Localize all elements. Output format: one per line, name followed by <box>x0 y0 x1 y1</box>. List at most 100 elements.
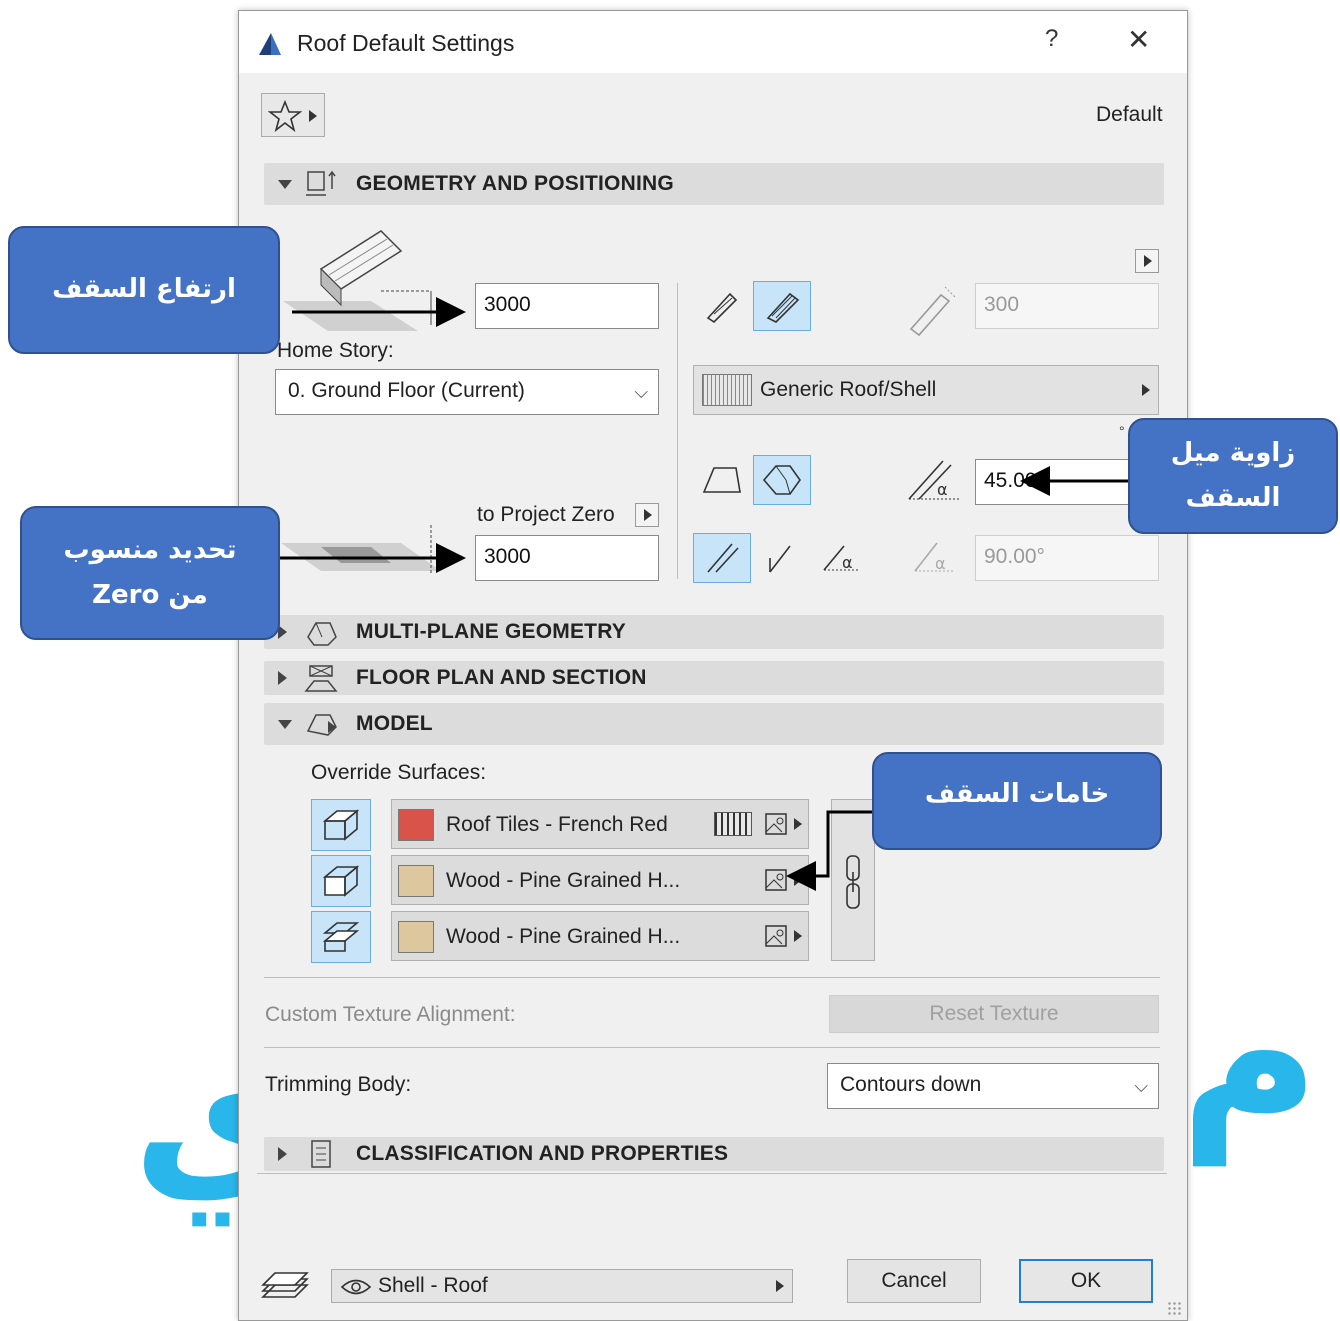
edge-custom-button[interactable]: α <box>813 533 871 583</box>
chain-link-icon <box>846 855 860 909</box>
surface-side-icon <box>322 865 360 897</box>
trimming-body-value: Contours down <box>840 1073 982 1096</box>
callout-project-zero: تحديد منسوب من Zero <box>20 506 280 640</box>
footer-divider <box>257 1173 1167 1174</box>
favorites-arrow-icon <box>309 110 317 122</box>
favorites-button[interactable] <box>261 93 325 137</box>
ok-button[interactable]: OK <box>1019 1259 1153 1303</box>
pitch-angle-icon: α <box>908 460 959 500</box>
geometry-divider <box>677 283 678 579</box>
thickness-input[interactable]: 300 <box>975 283 1159 329</box>
surface-row-side[interactable]: Wood - Pine Grained H... <box>391 855 809 905</box>
roof-settings-dialog: Roof Default Settings ? ✕ Default GEOMET… <box>238 10 1188 1321</box>
trimming-body-label: Trimming Body: <box>265 1073 412 1096</box>
title-bar: Roof Default Settings ? ✕ <box>239 11 1187 73</box>
cancel-button[interactable]: Cancel <box>847 1259 981 1303</box>
section-geometry-header[interactable]: GEOMETRY AND POSITIONING <box>264 163 1164 205</box>
model-divider-1 <box>264 977 1160 978</box>
project-zero-ref-button[interactable] <box>635 503 659 527</box>
eye-icon <box>340 1279 372 1295</box>
single-plane-icon <box>706 292 738 324</box>
layer-arrow-icon <box>776 1280 784 1292</box>
collapse-triangle-icon <box>278 180 292 189</box>
close-button[interactable]: ✕ <box>1127 23 1150 56</box>
edge-angle-input[interactable]: 90.00° <box>975 535 1159 581</box>
override-top-surface-button[interactable] <box>311 799 371 851</box>
expand-triangle-icon <box>278 671 287 685</box>
layers-icon <box>261 1272 309 1298</box>
resize-grip-icon[interactable] <box>1167 1301 1181 1315</box>
multi-plane-icon <box>766 292 800 323</box>
surface-name: Wood - Pine Grained H... <box>446 925 681 948</box>
material-picker-icon[interactable] <box>764 924 790 950</box>
material-picker-icon[interactable] <box>764 868 790 894</box>
override-side-surface-button[interactable] <box>311 855 371 907</box>
geometry-icon <box>306 170 336 196</box>
dialog-title: Roof Default Settings <box>297 30 515 56</box>
star-icon <box>268 100 302 132</box>
edge-perpendicular-button[interactable] <box>693 533 751 583</box>
home-story-value: 0. Ground Floor (Current) <box>288 379 525 402</box>
reset-texture-button[interactable]: Reset Texture <box>829 995 1159 1033</box>
chevron-down-icon: ⌵ <box>1134 1076 1148 1096</box>
material-arrow-icon <box>794 930 802 942</box>
surface-color-swatch <box>398 865 434 897</box>
composite-selector[interactable]: Generic Roof/Shell <box>693 365 1159 415</box>
favorites-default-label: Default <box>1096 103 1163 126</box>
texture-pattern-icon <box>714 812 752 836</box>
surface-color-swatch <box>398 809 434 841</box>
surface-row-top[interactable]: Roof Tiles - French Red <box>391 799 809 849</box>
surface-name: Wood - Pine Grained H... <box>446 869 681 892</box>
floorplan-icon <box>304 665 338 692</box>
section-floorplan-title: FLOOR PLAN AND SECTION <box>356 666 647 689</box>
layer-selector[interactable]: Shell - Roof <box>331 1269 793 1303</box>
roof-height-input[interactable]: 3000 <box>475 283 659 329</box>
roof-height-illustration <box>283 230 432 331</box>
roof-shape-hip-button[interactable] <box>753 455 811 505</box>
trimming-body-select[interactable]: Contours down ⌵ <box>827 1063 1159 1109</box>
composite-name: Generic Roof/Shell <box>760 378 937 401</box>
to-project-zero-label: to Project Zero <box>477 503 615 526</box>
project-zero-illustration <box>281 525 441 573</box>
chevron-down-icon: ⌵ <box>634 382 648 402</box>
edge-vertical-button[interactable] <box>753 533 811 583</box>
section-classification-header[interactable]: CLASSIFICATION AND PROPERTIES <box>264 1137 1164 1171</box>
roof-shape-icon <box>702 467 741 493</box>
section-multiplane-header[interactable]: MULTI-PLANE GEOMETRY <box>264 615 1164 649</box>
degree-mark: ° <box>1119 423 1125 439</box>
layer-name: Shell - Roof <box>378 1274 488 1297</box>
geometry-more-button[interactable] <box>1135 249 1159 273</box>
edge-vertical-icon <box>769 545 791 573</box>
help-button[interactable]: ? <box>1045 25 1058 53</box>
override-bottom-surface-button[interactable] <box>311 911 371 963</box>
model-divider-2 <box>264 1047 1160 1048</box>
screenshot-stage: ي م Roof Default Settings ? ✕ Default GE… <box>0 0 1340 1321</box>
home-story-select[interactable]: 0. Ground Floor (Current) ⌵ <box>275 369 659 415</box>
surface-bottom-icon <box>322 922 360 952</box>
project-zero-input[interactable]: 3000 <box>475 535 659 581</box>
link-surfaces-button[interactable] <box>831 799 875 961</box>
watermark-meem: م <box>1180 944 1320 1165</box>
material-picker-icon[interactable] <box>764 812 790 838</box>
composite-pattern-icon <box>702 374 752 406</box>
svg-text:α: α <box>937 480 948 499</box>
roof-shape-flat-button[interactable] <box>693 455 751 505</box>
composite-arrow-icon <box>1142 384 1150 396</box>
section-geometry-title: GEOMETRY AND POSITIONING <box>356 172 674 195</box>
archicad-logo-icon <box>259 33 281 55</box>
single-plane-button[interactable] <box>693 281 751 331</box>
surface-name: Roof Tiles - French Red <box>446 813 668 836</box>
section-floorplan-header[interactable]: FLOOR PLAN AND SECTION <box>264 661 1164 695</box>
svg-text:α: α <box>935 554 946 573</box>
section-model-title: MODEL <box>356 712 433 735</box>
model-icon <box>306 714 337 736</box>
callout-roof-angle: زاوية ميل السقف <box>1128 418 1338 534</box>
thickness-icon <box>909 286 956 337</box>
multi-plane-button[interactable] <box>753 281 811 331</box>
texture-alignment-label: Custom Texture Alignment: <box>265 1003 516 1026</box>
section-model-header[interactable]: MODEL <box>264 703 1164 745</box>
roof-hip-icon <box>762 465 801 495</box>
material-arrow-icon <box>794 874 802 886</box>
surface-row-bottom[interactable]: Wood - Pine Grained H... <box>391 911 809 961</box>
classification-icon <box>311 1140 331 1168</box>
